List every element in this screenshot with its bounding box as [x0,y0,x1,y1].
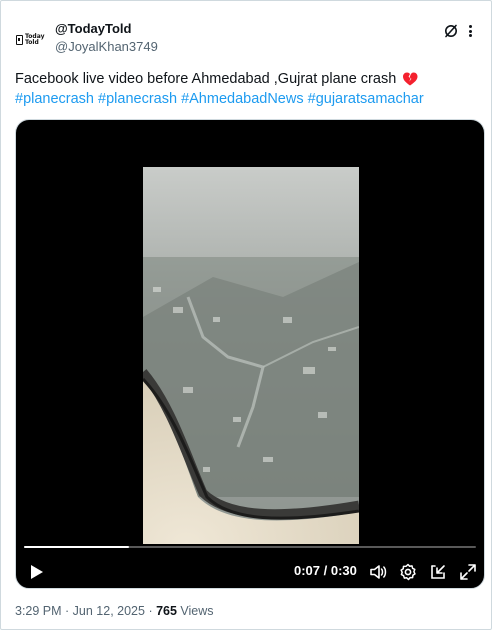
video-time: 0:07 / 0:30 [294,563,357,578]
tweet-time[interactable]: 3:29 PM [15,604,62,618]
hashtag-link[interactable]: #gujaratsamachar [308,91,424,107]
author-handle[interactable]: @JoyalKhan3749 [55,38,158,55]
hashtag-link[interactable]: #planecrash [98,91,177,107]
meta-separator: · [144,604,157,618]
tweet-header: Today Told @TodayTold @JoyalKhan3749 [15,19,477,59]
tv-logo-icon [16,35,23,45]
author-names: @TodayTold @JoyalKhan3749 [55,21,158,55]
author-display-name[interactable]: @TodayTold [55,21,158,37]
video-player[interactable]: 0:07 / 0:30 [15,119,485,589]
tweet-text: Facebook live video before Ahmedabad ,Gu… [15,69,477,109]
video-progress-fill [24,546,130,548]
picture-in-picture-icon[interactable] [428,562,448,582]
avatar-text-bottom: Told [25,39,39,46]
grok-icon[interactable] [443,23,459,39]
views-count: 765 [156,604,177,618]
tweet-card[interactable]: Today Told @TodayTold @JoyalKhan3749 Fac… [0,0,492,630]
tweet-meta: 3:29 PM · Jun 12, 2025 · 765 Views [15,604,214,618]
views-label: Views [176,604,214,618]
settings-icon[interactable] [398,562,418,582]
tweet-body: Facebook live video before Ahmedabad ,Gu… [15,71,397,87]
video-still-image [143,167,359,544]
video-time-separator: / [320,563,331,578]
more-icon[interactable] [463,23,477,39]
meta-separator: · [61,604,73,618]
hashtag-link[interactable]: #AhmedabadNews [181,91,304,107]
video-duration: 0:30 [330,563,357,578]
broken-heart-icon [403,72,418,86]
fullscreen-icon[interactable] [458,562,478,582]
hashtag-link[interactable]: #planecrash [15,91,94,107]
play-icon[interactable] [26,562,46,582]
video-controls: 0:07 / 0:30 [16,556,484,588]
volume-icon[interactable] [368,562,388,582]
video-elapsed: 0:07 [294,563,321,578]
hashtag-line: #planecrash #planecrash #AhmedabadNews #… [15,89,477,109]
avatar[interactable]: Today Told [15,27,47,53]
tweet-date[interactable]: Jun 12, 2025 [73,604,145,618]
video-progress-bar[interactable] [24,546,476,548]
video-frame[interactable] [143,167,359,544]
